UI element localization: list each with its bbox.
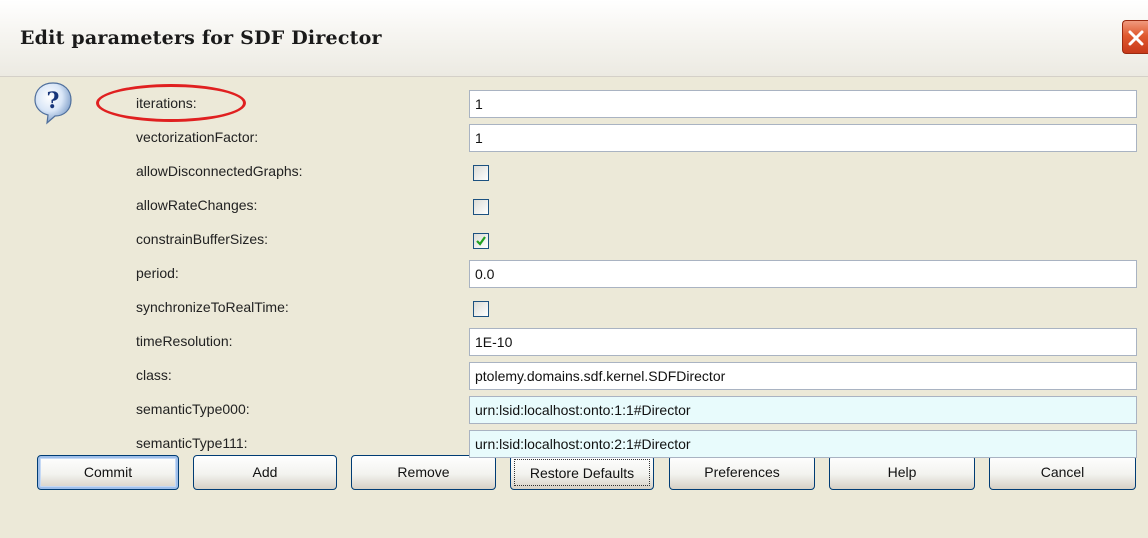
param-row: period: 0.0 — [0, 258, 1148, 292]
param-checkbox[interactable] — [473, 301, 489, 317]
checkmark-icon — [476, 236, 486, 246]
param-value-field[interactable]: 1 — [469, 90, 1137, 118]
title-bar[interactable]: Edit parameters for SDF Director — [0, 0, 1148, 77]
param-row: semanticType111: urn:lsid:localhost:onto:… — [0, 428, 1148, 462]
param-row: semanticType000: urn:lsid:localhost:onto:… — [0, 394, 1148, 428]
param-label: allowDisconnectedGraphs: — [136, 163, 303, 179]
param-value-field[interactable]: urn:lsid:localhost:onto:2:1#Director — [469, 430, 1137, 458]
param-checkbox[interactable] — [473, 165, 489, 181]
param-checkbox[interactable] — [473, 199, 489, 215]
dialog-content: ? Commit Add Remove Restore Defaults Pre… — [0, 77, 1148, 538]
param-value-field[interactable]: 0.0 — [469, 260, 1137, 288]
param-value-field[interactable]: urn:lsid:localhost:onto:1:1#Director — [469, 396, 1137, 424]
window-title: Edit parameters for SDF Director — [20, 27, 382, 49]
param-label: timeResolution: — [136, 333, 233, 349]
param-row: constrainBufferSizes: — [0, 224, 1148, 258]
close-button[interactable] — [1122, 20, 1148, 54]
param-label: iterations: — [136, 95, 197, 111]
param-label: constrainBufferSizes: — [136, 231, 269, 247]
param-value-field[interactable]: 1 — [469, 124, 1137, 152]
param-row: vectorizationFactor: 1 — [0, 122, 1148, 156]
param-label: class: — [136, 367, 172, 383]
param-row: class: ptolemy.domains.sdf.kernel.SDFDire… — [0, 360, 1148, 394]
param-row: timeResolution: 1E-10 — [0, 326, 1148, 360]
param-row: iterations: 1 — [0, 88, 1148, 122]
param-label: vectorizationFactor: — [136, 129, 259, 145]
param-label: synchronizeToRealTime: — [136, 299, 289, 315]
param-label: semanticType000: — [136, 401, 250, 417]
edit-parameters-dialog: Edit parameters for SDF Director ? Commi… — [0, 0, 1148, 538]
param-row: allowRateChanges: — [0, 190, 1148, 224]
param-value-field[interactable]: ptolemy.domains.sdf.kernel.SDFDirector — [469, 362, 1137, 390]
param-label: allowRateChanges: — [136, 197, 258, 213]
param-value-field[interactable]: 1E-10 — [469, 328, 1137, 356]
param-checkbox[interactable] — [473, 233, 489, 249]
param-label: period: — [136, 265, 179, 281]
restore-defaults-label: Restore Defaults — [514, 459, 650, 486]
param-row: synchronizeToRealTime: — [0, 292, 1148, 326]
param-label: semanticType111: — [136, 435, 248, 451]
param-row: allowDisconnectedGraphs: — [0, 156, 1148, 190]
